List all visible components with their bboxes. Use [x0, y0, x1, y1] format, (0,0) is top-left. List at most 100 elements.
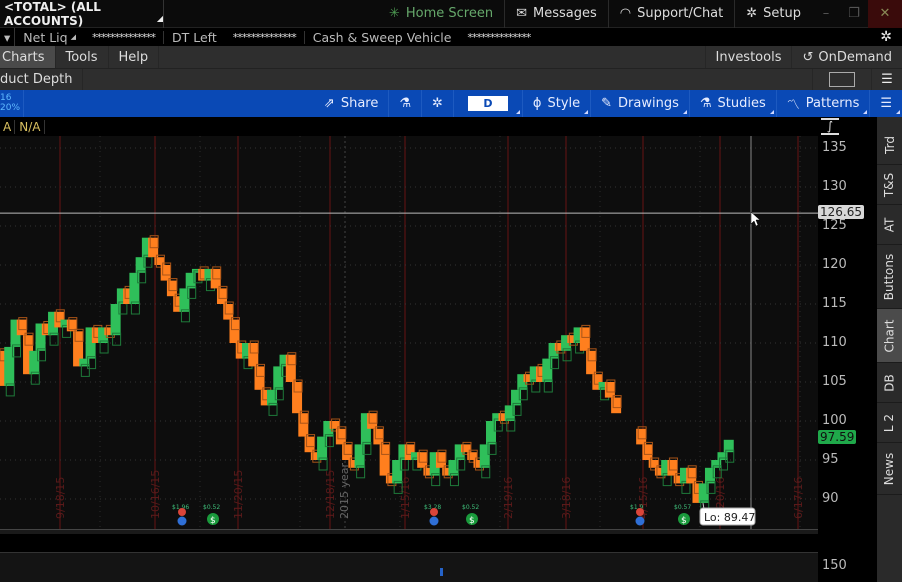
lower-pane-header: [0, 534, 818, 553]
dividend-symbol: $: [210, 516, 216, 526]
messages-label: Messages: [533, 6, 597, 21]
symbol-change-info: 16 20%: [0, 90, 24, 117]
sub-tab-bar: duct Depth ☰: [0, 68, 902, 91]
account-selector[interactable]: <TOTAL> (ALL ACCOUNTS) ◢: [0, 0, 164, 28]
price-chart[interactable]: 9/18/15 10/16/15 11/20/15 12/18/15 1/15/16 2/…: [0, 136, 818, 529]
dividend-pending-icon: [635, 516, 645, 526]
crosshair-price-badge: 126.65: [818, 205, 864, 219]
menu-bar: Charts Tools Help Investools ↺ OnDemand: [0, 46, 902, 68]
list-icon: ☰: [880, 96, 892, 111]
ondemand-button[interactable]: ↺ OnDemand: [792, 46, 902, 68]
flask-icon: ⚗: [699, 96, 712, 111]
dt-left-label: DT Left: [171, 29, 217, 45]
flask-icon: ⚗: [399, 96, 411, 111]
price-chart-svg: 9/18/15 10/16/15 11/20/15 12/18/15 1/15/16 2/…: [0, 136, 818, 529]
support-chat-button[interactable]: ◠ Support/Chat: [609, 0, 736, 28]
price-axis[interactable]: ∫ 90 95 100 105 110 115 120 125 130 135 126.65 97…: [818, 117, 877, 582]
y-tick-label: 90: [822, 491, 839, 506]
setup-button[interactable]: ✲ Setup: [735, 0, 812, 28]
investools-link[interactable]: Investools: [704, 46, 793, 68]
side-tab-ts[interactable]: T&S: [877, 165, 902, 205]
subbar-menu-icon[interactable]: ☰: [872, 72, 902, 87]
setup-label: Setup: [763, 6, 801, 21]
messages-button[interactable]: ✉ Messages: [505, 0, 609, 28]
ondemand-icon: ↺: [802, 49, 814, 65]
style-label: Style: [547, 96, 581, 111]
gear-icon: ✲: [746, 6, 758, 21]
grid-layout-button[interactable]: [812, 68, 872, 91]
title-bar: <TOTAL> (ALL ACCOUNTS) ◢ ✳ Home Screen ✉ …: [0, 0, 902, 28]
support-chat-label: Support/Chat: [637, 6, 724, 21]
earnings-icon: [430, 508, 438, 516]
drawings-menu[interactable]: ✎ Drawings: [591, 90, 690, 117]
close-button[interactable]: ✕: [868, 0, 902, 28]
x-tick-label: 2/19/16: [502, 477, 515, 519]
event-value-label: $0.52: [462, 504, 479, 511]
period-value: D: [467, 96, 508, 111]
y-tick-label: 135: [822, 140, 847, 155]
net-liq-label[interactable]: Net Liq ◢: [15, 28, 84, 46]
chart-settings-button[interactable]: ✲: [422, 90, 454, 117]
home-screen-icon: ✳: [388, 6, 400, 21]
studies-label: Studies: [717, 96, 766, 111]
dt-left-value: **************: [225, 30, 305, 44]
style-menu[interactable]: ϕ Style: [523, 90, 592, 117]
restore-button[interactable]: ❐: [840, 0, 868, 28]
collapse-marker: ▾: [0, 28, 16, 46]
side-tab-buttons[interactable]: Buttons: [877, 245, 902, 309]
y-tick-label: 95: [822, 452, 839, 467]
volume-pane: [0, 553, 818, 582]
low-label: Lo: 89.47: [704, 511, 755, 524]
menu-help[interactable]: Help: [109, 46, 160, 68]
account-bar-gear-icon[interactable]: ✲: [880, 29, 902, 45]
home-screen-button[interactable]: ✳ Home Screen: [378, 0, 506, 28]
side-tab-l2[interactable]: L 2: [877, 403, 902, 443]
x-tick-label: 11/20/15: [232, 470, 245, 519]
account-info-bar: ▾ Net Liq ◢ ************** DT Left ******…: [0, 28, 902, 46]
y-tick-label: 110: [822, 335, 847, 350]
side-tab-db[interactable]: DB: [877, 363, 902, 403]
y-tick-label: 115: [822, 296, 847, 311]
share-label: Share: [340, 96, 379, 111]
studies-menu[interactable]: ⚗ Studies: [690, 90, 777, 117]
mouse-cursor-icon: [750, 211, 761, 227]
share-icon: ⇗: [323, 96, 335, 111]
patterns-icon: 〽: [786, 98, 800, 113]
earnings-icon: [636, 508, 644, 516]
chart-menu-button[interactable]: ☰: [870, 90, 902, 117]
headset-icon: ◠: [619, 6, 632, 21]
earnings-icon: [178, 508, 186, 516]
y-tick-label: 100: [822, 413, 847, 428]
lower-pane-tick: 150: [822, 558, 847, 573]
drawings-label: Drawings: [618, 96, 679, 111]
net-liq-value: **************: [84, 30, 164, 44]
year-separator-label: 2015 year: [338, 462, 351, 519]
side-tab-at[interactable]: AT: [877, 205, 902, 245]
side-tabs: Trd T&S AT Buttons Chart DB L 2 News: [877, 117, 902, 582]
side-tab-news[interactable]: News: [877, 443, 902, 495]
menu-tools[interactable]: Tools: [56, 46, 109, 68]
x-tick-label: 9/18/15: [54, 477, 67, 519]
patterns-menu[interactable]: 〽 Patterns: [777, 90, 871, 117]
candlestick-icon: ϕ: [532, 96, 542, 111]
share-button[interactable]: ⇗ Share: [314, 90, 390, 117]
y-tick-label: 125: [822, 218, 847, 233]
x-tick-label: 12/18/15: [324, 470, 337, 519]
y-tick-label: 120: [822, 257, 847, 272]
pencil-icon: ✎: [601, 96, 613, 111]
flask-button[interactable]: ⚗: [389, 90, 422, 117]
dividend-pending-icon: [429, 516, 439, 526]
y-tick-label: 130: [822, 179, 847, 194]
minimize-button[interactable]: –: [812, 0, 840, 28]
envelope-icon: ✉: [516, 6, 527, 21]
side-tab-trd[interactable]: Trd: [877, 125, 902, 165]
y-tick-label: 105: [822, 374, 847, 389]
period-selector[interactable]: D: [454, 90, 523, 117]
menu-charts[interactable]: Charts: [0, 46, 56, 68]
scale-toggle-icon[interactable]: ∫: [821, 118, 839, 135]
x-tick-label: 10/16/15: [149, 470, 162, 519]
tab-product-depth[interactable]: duct Depth: [0, 68, 84, 91]
side-tab-chart[interactable]: Chart: [877, 309, 902, 363]
home-screen-label: Home Screen: [405, 6, 494, 21]
study-value-0: A: [0, 119, 16, 134]
